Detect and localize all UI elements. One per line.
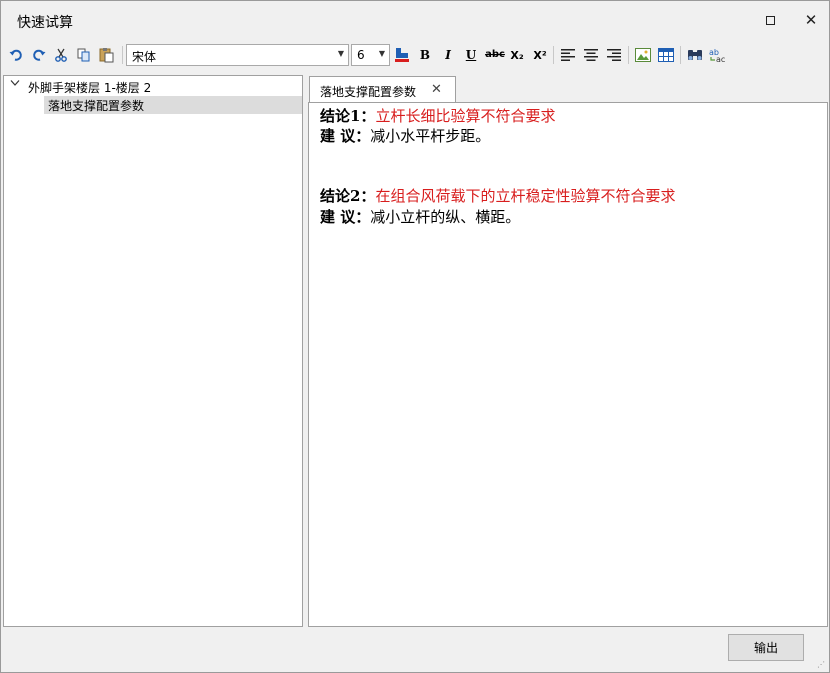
superscript-button[interactable]: X² bbox=[530, 45, 550, 65]
chevron-down-icon: ▼ bbox=[378, 49, 385, 58]
binoculars-icon bbox=[688, 50, 702, 60]
underline-button[interactable]: U bbox=[461, 45, 481, 65]
replace-icon: abac bbox=[709, 48, 725, 63]
conclusion-1: 结论1：立杆长细比验算不符合要求 bbox=[320, 105, 555, 126]
close-icon: ✕ bbox=[804, 10, 818, 29]
table-icon bbox=[658, 48, 674, 62]
image-icon bbox=[635, 48, 651, 62]
tree-node-child[interactable]: 落地支撑配置参数 bbox=[44, 96, 302, 114]
align-right-button[interactable] bbox=[604, 45, 624, 65]
undo-icon bbox=[9, 49, 22, 61]
redo-icon bbox=[33, 49, 46, 61]
align-right-icon bbox=[607, 49, 621, 61]
conclusion-label: 结论2： bbox=[320, 187, 376, 205]
conclusion-text: 立杆长细比验算不符合要求 bbox=[375, 107, 556, 125]
maximize-button[interactable] bbox=[760, 10, 780, 30]
toolbar-separator bbox=[122, 46, 123, 64]
font-color-button[interactable] bbox=[392, 45, 412, 65]
tab-label: 落地支撑配置参数 bbox=[320, 85, 417, 99]
cut-button[interactable] bbox=[51, 45, 71, 65]
tab-support-config[interactable]: 落地支撑配置参数 ✕ bbox=[309, 76, 456, 103]
font-color-icon bbox=[395, 48, 409, 62]
subscript-button[interactable]: X₂ bbox=[507, 45, 527, 65]
report-editor[interactable]: 结论1：立杆长细比验算不符合要求 建 议：减小水平杆步距。 结论2：在组合风荷载… bbox=[308, 102, 828, 627]
redo-button[interactable] bbox=[29, 45, 49, 65]
chevron-down-icon[interactable] bbox=[10, 79, 22, 91]
align-center-button[interactable] bbox=[581, 45, 601, 65]
suggestion-label: 建 议： bbox=[320, 208, 371, 226]
font-size-value: 6 bbox=[357, 48, 365, 62]
conclusion-2: 结论2：在组合风荷载下的立杆稳定性验算不符合要求 bbox=[320, 185, 675, 206]
window-title: 快速试算 bbox=[17, 15, 73, 31]
copy-icon bbox=[77, 48, 90, 62]
title-bar: 快速试算 ✕ bbox=[1, 1, 829, 39]
copy-button[interactable] bbox=[74, 45, 94, 65]
suggestion-text: 减小水平杆步距。 bbox=[370, 127, 491, 145]
find-button[interactable] bbox=[685, 45, 705, 65]
paste-icon bbox=[99, 48, 114, 63]
font-name-value: 宋体 bbox=[132, 50, 157, 64]
tree-panel: 外脚手架楼层 1-楼层 2 落地支撑配置参数 bbox=[3, 75, 303, 627]
font-size-select[interactable]: 6 ▼ bbox=[351, 44, 390, 66]
toolbar-separator bbox=[628, 46, 629, 64]
align-left-button[interactable] bbox=[558, 45, 578, 65]
insert-table-button[interactable] bbox=[656, 45, 676, 65]
replace-button[interactable]: ab ac bbox=[708, 45, 728, 65]
maximize-icon bbox=[765, 15, 775, 25]
suggestion-2: 建 议：减小立杆的纵、横距。 bbox=[320, 206, 520, 227]
svg-text:ac: ac bbox=[716, 55, 725, 63]
suggestion-text: 减小立杆的纵、横距。 bbox=[370, 208, 521, 226]
insert-image-button[interactable] bbox=[633, 45, 653, 65]
close-icon[interactable]: ✕ bbox=[431, 82, 442, 97]
close-button[interactable]: ✕ bbox=[801, 10, 821, 30]
scissors-icon bbox=[55, 48, 67, 62]
resize-grip-icon[interactable]: ⋰ bbox=[817, 660, 827, 670]
suggestion-label: 建 议： bbox=[320, 127, 371, 145]
align-center-icon bbox=[584, 49, 598, 61]
toolbar-separator bbox=[680, 46, 681, 64]
italic-button[interactable]: I bbox=[438, 45, 458, 65]
quick-calc-window: 快速试算 ✕ 宋体 ▼ 6 ▼ B I U abc X₂ X² ab ac 外脚… bbox=[0, 0, 830, 673]
toolbar-separator bbox=[553, 46, 554, 64]
output-button[interactable]: 输出 bbox=[728, 634, 804, 661]
editor-toolbar: 宋体 ▼ 6 ▼ B I U abc X₂ X² ab ac bbox=[1, 41, 829, 69]
paste-button[interactable] bbox=[97, 45, 117, 65]
font-name-select[interactable]: 宋体 ▼ bbox=[126, 44, 349, 66]
suggestion-1: 建 议：减小水平杆步距。 bbox=[320, 125, 490, 146]
conclusion-label: 结论1： bbox=[320, 107, 376, 125]
bold-button[interactable]: B bbox=[415, 45, 435, 65]
conclusion-text: 在组合风荷载下的立杆稳定性验算不符合要求 bbox=[375, 187, 676, 205]
chevron-down-icon: ▼ bbox=[337, 49, 344, 58]
undo-button[interactable] bbox=[6, 45, 26, 65]
strikethrough-button[interactable]: abc bbox=[484, 45, 506, 65]
align-left-icon bbox=[561, 49, 575, 61]
tree-node-parent[interactable]: 外脚手架楼层 1-楼层 2 bbox=[28, 78, 151, 96]
